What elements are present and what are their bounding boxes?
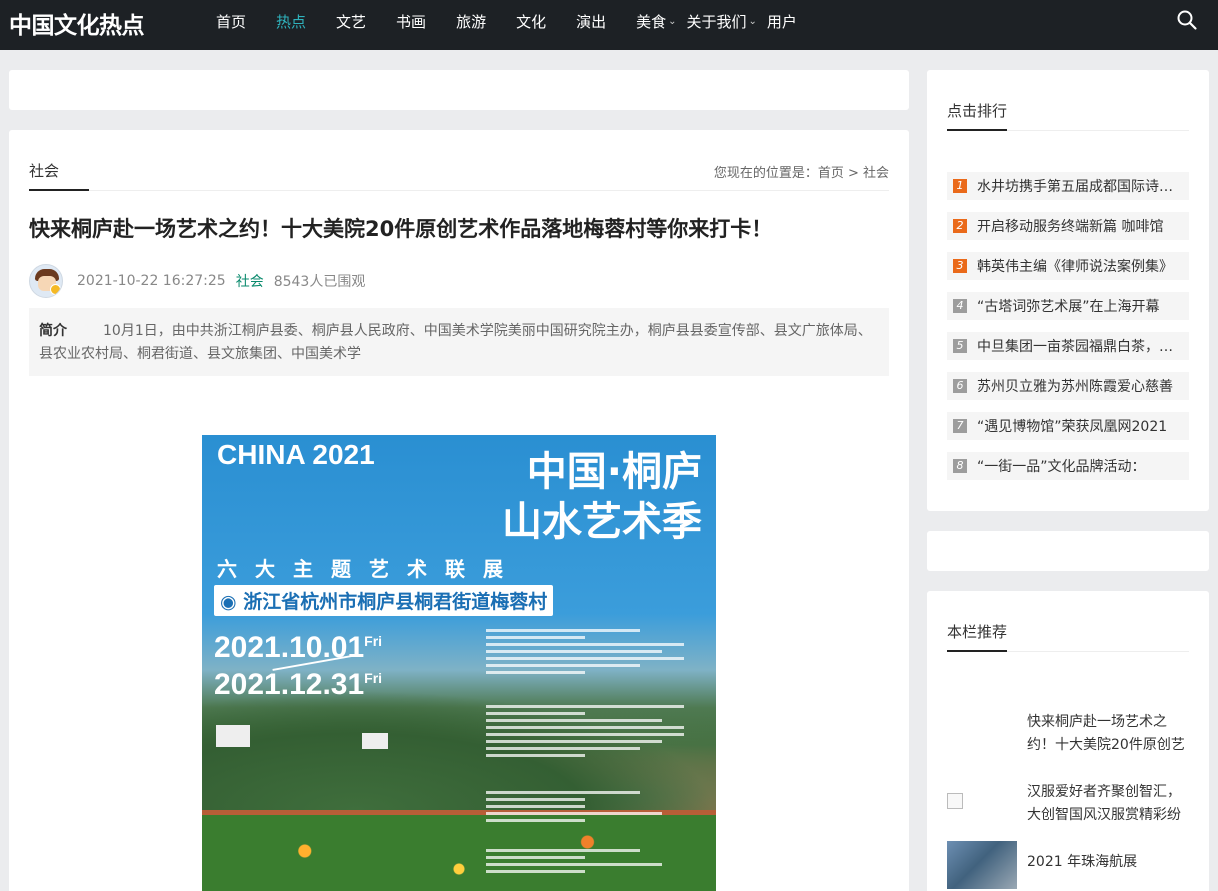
nav-item-label: 热点	[276, 12, 307, 31]
poster-day-label: Fri	[364, 633, 383, 649]
list-item[interactable]: 3 韩英伟主编《律师说法案例集》	[947, 252, 1189, 280]
poster-title: 中国·桐庐 山水艺术季	[502, 447, 702, 547]
poster-date-start-text: 2021.10.01	[214, 631, 365, 664]
poster-location-text: 浙江省杭州市桐庐县桐君街道梅蓉村	[243, 591, 548, 613]
nav-item-performance[interactable]: 演出	[576, 11, 606, 32]
poster-exhibit-block	[486, 625, 706, 687]
nav-item-food[interactable]: 美食 ⌄	[636, 11, 676, 32]
rank-number: 7	[953, 419, 967, 433]
nav-item-label: 演出	[576, 12, 607, 31]
nav-item-label: 旅游	[456, 12, 487, 31]
site-logo[interactable]: 中国文化热点	[9, 6, 145, 40]
recommend-link[interactable]: 2021 年珠海航展	[1027, 851, 1187, 874]
avatar[interactable]	[29, 264, 63, 298]
ranking-title: 点击排行	[947, 100, 1007, 131]
poster-china-label: CHINA 2021	[217, 439, 375, 470]
recommend-card: 本栏推荐 快来桐庐赴一场艺术之约！十大美院20件原创艺术作品 汉服爱好者齐聚创智…	[927, 591, 1209, 891]
article-views: 8543人已围观	[273, 274, 366, 290]
list-item[interactable]: 7 “遇见博物馆”荣获凤凰网2021	[947, 412, 1189, 440]
poster-date-end-text: 2021.12.31	[214, 668, 365, 701]
poster-day-label: Fri	[364, 670, 383, 686]
chevron-down-icon: ⌄	[748, 15, 757, 27]
verified-badge-icon	[50, 284, 61, 295]
poster-subtitle: 六大主题艺术联展	[217, 557, 521, 581]
ranking-header: 点击排行	[947, 100, 1189, 131]
article-title: 快来桐庐赴一场艺术之约！十大美院20件原创艺术作品落地梅蓉村等你来打卡！	[29, 217, 773, 241]
nav-item-arts[interactable]: 文艺	[336, 11, 366, 32]
recommend-thumbnail[interactable]	[947, 841, 1017, 889]
nav-item-about[interactable]: 关于我们 ⌄	[687, 11, 757, 32]
broken-image-icon[interactable]	[947, 793, 963, 809]
banner-placeholder	[9, 70, 909, 110]
rank-number: 5	[953, 339, 967, 353]
article-poster-image: CHINA 2021 中国·桐庐 山水艺术季 六大主题艺术联展 ◉ 浙江省杭州市…	[202, 435, 716, 891]
rank-link[interactable]: 苏州贝立雅为苏州陈霞爱心慈善	[977, 376, 1189, 396]
poster-title-line1: 中国·桐庐	[526, 449, 702, 495]
rank-link[interactable]: 中旦集团一亩茶园福鼎白茶，品质	[977, 336, 1189, 356]
nav-item-calligraphy[interactable]: 书画	[396, 11, 426, 32]
poster-exhibit-block	[486, 845, 706, 885]
nav-item-label: 首页	[216, 12, 247, 31]
ranking-card: 点击排行 1 水井坊携手第五届成都国际诗歌周 2 开启移动服务终端新篇 咖啡馆 3韩…	[927, 70, 1209, 511]
rank-number: 4	[953, 299, 967, 313]
nav-item-hot[interactable]: 热点	[276, 11, 306, 32]
article-card: 社会 您现在的位置是：首页 > 社会 快来桐庐赴一场艺术之约！十大美院20件原创…	[9, 130, 909, 891]
list-item[interactable]: 4 “古塔词弥艺术展”在上海开幕	[947, 292, 1189, 320]
poster-date-start: 2021.10.01Fri	[214, 631, 382, 665]
rank-number: 8	[953, 459, 967, 473]
poster-title-line2: 山水艺术季	[502, 499, 702, 545]
article-datetime: 2021-10-22 16:27:25	[77, 273, 226, 289]
chevron-down-icon: ⌄	[668, 15, 677, 27]
recommend-title: 本栏推荐	[947, 621, 1007, 652]
section-title[interactable]: 社会	[29, 160, 89, 191]
sidebar-ad-placeholder	[927, 531, 1209, 571]
recommend-link[interactable]: 快来桐庐赴一场艺术之约！十大美院20件原创艺术作品	[1027, 711, 1187, 757]
nav-item-culture[interactable]: 文化	[516, 11, 546, 32]
section-header: 社会 您现在的位置是：首页 > 社会	[29, 160, 889, 191]
list-item[interactable]: 8 “一街一品”文化品牌活动：	[947, 452, 1189, 480]
nav-item-label: 文艺	[336, 12, 367, 31]
location-pin-icon: ◉	[220, 591, 244, 613]
summary-text: 10月1日，由中共浙江桐庐县委、桐庐县人民政府、中国美术学院美丽中国研究院主办，…	[39, 323, 872, 362]
rank-link[interactable]: 韩英伟主编《律师说法案例集》	[977, 256, 1189, 276]
rank-number: 2	[953, 219, 967, 233]
rank-link[interactable]: “遇见博物馆”荣获凤凰网2021	[977, 416, 1189, 436]
poster-house	[362, 733, 388, 749]
list-item[interactable]: 6 苏州贝立雅为苏州陈霞爱心慈善	[947, 372, 1189, 400]
rank-link[interactable]: “一街一品”文化品牌活动：	[977, 456, 1189, 476]
rank-number: 1	[953, 179, 967, 193]
poster-date-end: 2021.12.31Fri	[214, 668, 382, 702]
nav-item-user[interactable]: 用户	[767, 11, 797, 32]
main-nav: 首页 热点 文艺 书画 旅游 文化 演出 美食 ⌄ 关于我们 ⌄ 用户	[216, 0, 827, 42]
article-category-link[interactable]: 社会	[236, 271, 264, 291]
poster-exhibit-block	[486, 701, 706, 775]
breadcrumb[interactable]: 您现在的位置是：首页 > 社会	[714, 162, 889, 181]
recommend-header: 本栏推荐	[947, 621, 1189, 652]
nav-item-label: 用户	[766, 12, 797, 31]
rank-number: 6	[953, 379, 967, 393]
rank-link[interactable]: 开启移动服务终端新篇 咖啡馆	[977, 216, 1189, 236]
poster-location: ◉ 浙江省杭州市桐庐县桐君街道梅蓉村	[214, 585, 554, 616]
search-icon[interactable]	[1176, 9, 1198, 31]
rank-link[interactable]: “古塔词弥艺术展”在上海开幕	[977, 296, 1189, 316]
list-item[interactable]: 2 开启移动服务终端新篇 咖啡馆	[947, 212, 1189, 240]
list-item[interactable]: 1 水井坊携手第五届成都国际诗歌周	[947, 172, 1189, 200]
article-summary: 简介 10月1日，由中共浙江桐庐县委、桐庐县人民政府、中国美术学院美丽中国研究院主…	[29, 308, 889, 376]
top-nav-bar: 中国文化热点 首页 热点 文艺 书画 旅游 文化 演出 美食 ⌄ 关于我们 ⌄ 用户	[0, 0, 1218, 50]
rank-link[interactable]: 水井坊携手第五届成都国际诗歌周	[977, 176, 1189, 196]
nav-item-label: 书画	[396, 12, 427, 31]
nav-item-label: 美食	[636, 12, 667, 31]
rank-number: 3	[953, 259, 967, 273]
summary-label: 简介	[39, 323, 67, 339]
recommend-link[interactable]: 汉服爱好者齐聚创智汇，大创智国风汉服赏精彩纷呈	[1027, 781, 1187, 827]
nav-item-travel[interactable]: 旅游	[456, 11, 486, 32]
ranking-list: 1 水井坊携手第五届成都国际诗歌周 2 开启移动服务终端新篇 咖啡馆 3 韩英伟主编《…	[947, 172, 1189, 492]
poster-house	[216, 725, 250, 747]
list-item[interactable]: 5 中旦集团一亩茶园福鼎白茶，品质	[947, 332, 1189, 360]
nav-item-label: 关于我们	[686, 12, 747, 31]
nav-item-label: 文化	[516, 12, 547, 31]
nav-item-home[interactable]: 首页	[216, 11, 246, 32]
poster-exhibit-block	[486, 787, 706, 835]
article-meta: 2021-10-22 16:27:25 社会 8543人已围观	[29, 264, 365, 298]
